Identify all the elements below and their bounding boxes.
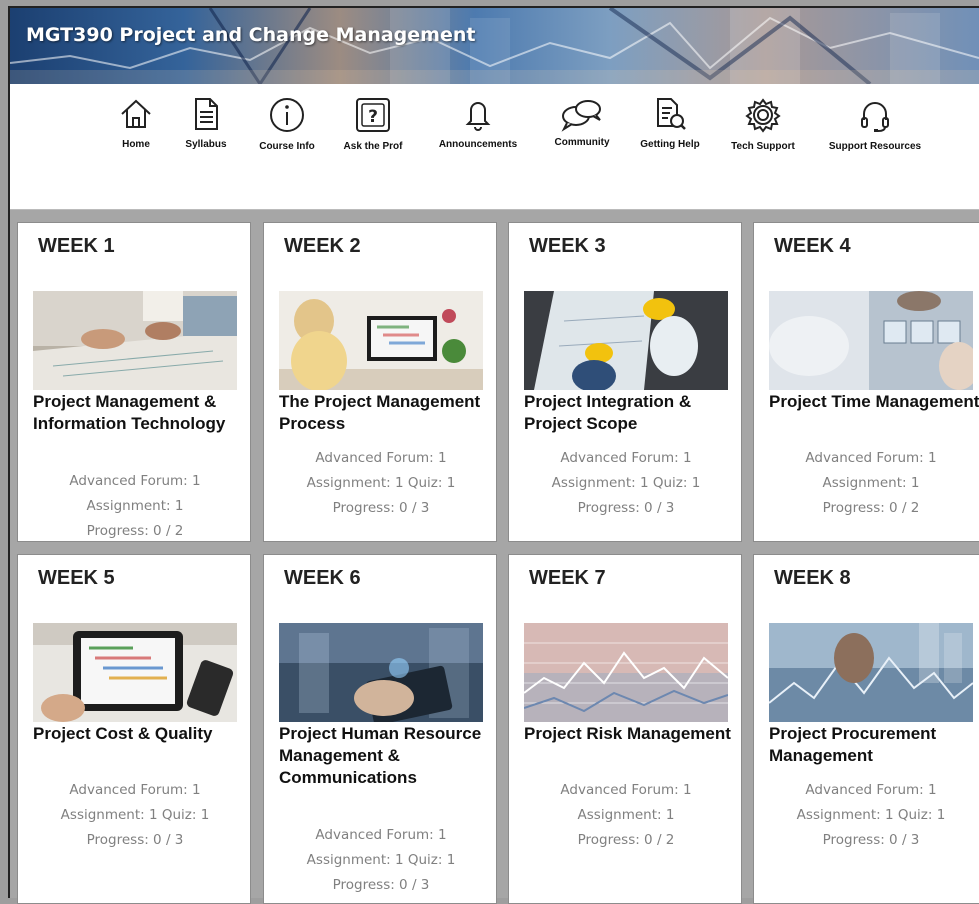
bell-icon bbox=[465, 102, 491, 131]
week-image bbox=[33, 291, 237, 390]
week-heading[interactable]: Project Management & Information Technol… bbox=[33, 391, 245, 435]
assignment-count: Assignment: 1 Quiz: 1 bbox=[796, 807, 946, 823]
progress-text: Progress: 0 / 3 bbox=[822, 832, 920, 848]
week-image bbox=[524, 291, 728, 390]
week-card-5[interactable]: WEEK 5 Project Cost & Quality Advanced F… bbox=[17, 554, 251, 904]
info-icon bbox=[270, 98, 304, 132]
week-title: WEEK 4 bbox=[774, 235, 851, 257]
week-image bbox=[279, 291, 483, 390]
nav-community[interactable]: Community bbox=[546, 96, 618, 148]
week-card-4[interactable]: WEEK 4 Project Time Management Advanced … bbox=[753, 222, 979, 542]
week-title: WEEK 7 bbox=[529, 567, 606, 589]
document-search-icon bbox=[657, 98, 686, 130]
nav-getting-help[interactable]: Getting Help bbox=[632, 96, 708, 150]
progress-text: Progress: 0 / 3 bbox=[577, 500, 675, 516]
progress-text: Progress: 0 / 3 bbox=[86, 832, 184, 848]
week-image bbox=[33, 623, 237, 722]
week-meta: Advanced Forum: 1 Assignment: 1 Progress… bbox=[509, 778, 741, 853]
week-meta: Advanced Forum: 1 Assignment: 1 Quiz: 1 … bbox=[264, 446, 496, 521]
nav-ask-the-prof-label: Ask the Prof bbox=[343, 141, 403, 152]
nav-home[interactable]: Home bbox=[106, 96, 166, 150]
week-title: WEEK 5 bbox=[38, 567, 115, 589]
progress-text: Progress: 0 / 2 bbox=[822, 500, 920, 516]
week-card-7[interactable]: WEEK 7 Project Risk Management Advanced … bbox=[508, 554, 742, 904]
nav-tech-support-label: Tech Support bbox=[731, 141, 795, 152]
assignment-count: Assignment: 1 bbox=[86, 498, 184, 514]
week-heading[interactable]: Project Human Resource Management & Comm… bbox=[279, 723, 491, 789]
progress-text: Progress: 0 / 3 bbox=[332, 877, 430, 893]
week-meta: Advanced Forum: 1 Assignment: 1 Progress… bbox=[754, 446, 979, 521]
nav-announcements-label: Announcements bbox=[438, 139, 518, 150]
chat-bubbles-icon bbox=[561, 100, 601, 132]
nav-support-resources[interactable]: Support Resources bbox=[818, 96, 932, 152]
nav-home-label: Home bbox=[122, 139, 150, 150]
week-heading[interactable]: Project Time Management bbox=[769, 391, 979, 413]
week-card-6[interactable]: WEEK 6 Project Human Resource Management… bbox=[263, 554, 497, 904]
forum-count: Advanced Forum: 1 bbox=[69, 473, 201, 489]
week-heading[interactable]: The Project Management Process bbox=[279, 391, 491, 435]
nav-syllabus-label: Syllabus bbox=[185, 139, 227, 150]
nav-getting-help-label: Getting Help bbox=[640, 139, 700, 150]
question-icon: ? bbox=[356, 98, 390, 132]
banner-graphic bbox=[10, 8, 979, 84]
week-card-1[interactable]: WEEK 1 Project Management & Information … bbox=[17, 222, 251, 542]
forum-count: Advanced Forum: 1 bbox=[315, 450, 447, 466]
progress-text: Progress: 0 / 3 bbox=[332, 500, 430, 516]
week-title: WEEK 6 bbox=[284, 567, 361, 589]
nav-course-info-label: Course Info bbox=[259, 141, 315, 152]
forum-count: Advanced Forum: 1 bbox=[805, 782, 937, 798]
week-image bbox=[279, 623, 483, 722]
gear-icon bbox=[745, 98, 781, 133]
weeks-grid: WEEK 1 Project Management & Information … bbox=[10, 210, 979, 904]
home-icon bbox=[121, 99, 151, 128]
week-card-2[interactable]: WEEK 2 The Project Management Process Ad… bbox=[263, 222, 497, 542]
assignment-count: Assignment: 1 bbox=[822, 475, 920, 491]
week-card-3[interactable]: WEEK 3 Project Integration & Project Sco… bbox=[508, 222, 742, 542]
week-meta: Advanced Forum: 1 Assignment: 1 Quiz: 1 … bbox=[18, 778, 250, 853]
assignment-count: Assignment: 1 Quiz: 1 bbox=[60, 807, 210, 823]
week-card-8[interactable]: WEEK 8 Project Procurement Management Ad… bbox=[753, 554, 979, 904]
assignment-count: Assignment: 1 bbox=[577, 807, 675, 823]
assignment-count: Assignment: 1 Quiz: 1 bbox=[306, 852, 456, 868]
week-meta: Advanced Forum: 1 Assignment: 1 Quiz: 1 … bbox=[754, 778, 979, 853]
nav-syllabus[interactable]: Syllabus bbox=[176, 96, 236, 150]
progress-text: Progress: 0 / 2 bbox=[86, 523, 184, 539]
week-heading[interactable]: Project Integration & Project Scope bbox=[524, 391, 736, 435]
week-image bbox=[769, 291, 973, 390]
forum-count: Advanced Forum: 1 bbox=[69, 782, 201, 798]
course-title: MGT390 Project and Change Management bbox=[26, 24, 476, 46]
week-meta: Advanced Forum: 1 Assignment: 1 Quiz: 1 … bbox=[264, 823, 496, 898]
week-title: WEEK 3 bbox=[529, 235, 606, 257]
week-image bbox=[769, 623, 973, 722]
week-title: WEEK 8 bbox=[774, 567, 851, 589]
course-banner: MGT390 Project and Change Management bbox=[10, 8, 979, 84]
week-title: WEEK 2 bbox=[284, 235, 361, 257]
course-nav: Home Syllabus Course Info ? Ask the Prof… bbox=[10, 84, 979, 210]
document-icon bbox=[195, 98, 218, 130]
nav-support-resources-label: Support Resources bbox=[828, 141, 922, 152]
nav-ask-the-prof[interactable]: ? Ask the Prof bbox=[336, 96, 410, 152]
forum-count: Advanced Forum: 1 bbox=[805, 450, 937, 466]
svg-text:?: ? bbox=[368, 107, 378, 127]
week-meta: Advanced Forum: 1 Assignment: 1 Progress… bbox=[18, 469, 250, 541]
progress-text: Progress: 0 / 2 bbox=[577, 832, 675, 848]
forum-count: Advanced Forum: 1 bbox=[315, 827, 447, 843]
forum-count: Advanced Forum: 1 bbox=[560, 450, 692, 466]
assignment-count: Assignment: 1 Quiz: 1 bbox=[551, 475, 701, 491]
nav-tech-support[interactable]: Tech Support bbox=[722, 96, 804, 152]
week-heading[interactable]: Project Procurement Management bbox=[769, 723, 979, 767]
nav-course-info[interactable]: Course Info bbox=[252, 96, 322, 152]
week-image bbox=[524, 623, 728, 722]
week-heading[interactable]: Project Cost & Quality bbox=[33, 723, 245, 745]
headset-icon bbox=[861, 102, 889, 132]
nav-announcements[interactable]: Announcements bbox=[430, 96, 526, 150]
week-heading[interactable]: Project Risk Management bbox=[524, 723, 736, 745]
forum-count: Advanced Forum: 1 bbox=[560, 782, 692, 798]
assignment-count: Assignment: 1 Quiz: 1 bbox=[306, 475, 456, 491]
week-meta: Advanced Forum: 1 Assignment: 1 Quiz: 1 … bbox=[509, 446, 741, 521]
nav-community-label: Community bbox=[554, 137, 610, 148]
week-title: WEEK 1 bbox=[38, 235, 115, 257]
